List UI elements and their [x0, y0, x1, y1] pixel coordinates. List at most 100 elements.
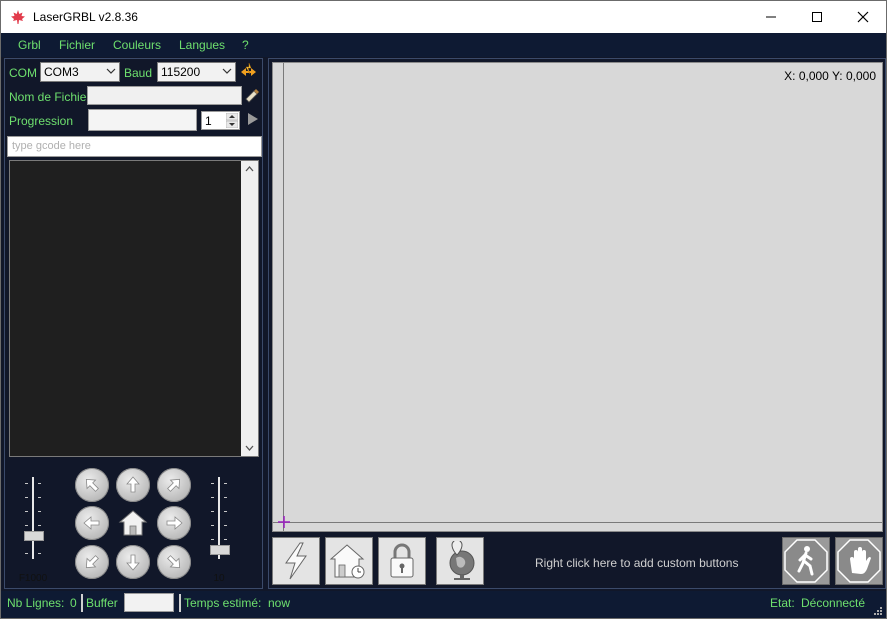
origin-cross-icon — [278, 516, 290, 528]
power-slider-thumb[interactable] — [210, 545, 230, 555]
filename-field[interactable] — [87, 86, 242, 105]
preview-panel: X: 0,000 Y: 0,000 Right click here to ad… — [268, 58, 886, 589]
slider-tick — [25, 525, 28, 526]
set-origin-button[interactable] — [436, 537, 484, 585]
gcode-input-box[interactable] — [7, 136, 262, 157]
slider-tick — [38, 525, 41, 526]
slider-tick — [38, 511, 41, 512]
console-log — [9, 160, 259, 457]
maple-leaf-icon — [11, 10, 25, 24]
play-icon[interactable] — [246, 112, 260, 126]
slider-tick — [25, 553, 28, 554]
coords-readout: X: 0,000 Y: 0,000 — [784, 69, 876, 83]
x-axis-line — [273, 522, 882, 523]
maximize-button[interactable] — [794, 1, 840, 33]
slider-tick — [211, 511, 214, 512]
filename-label: Nom de Fichier — [9, 90, 91, 104]
jog-right-button[interactable] — [157, 506, 191, 540]
scroll-down-icon[interactable] — [245, 445, 254, 452]
maximize-icon — [812, 12, 822, 22]
speed-value: F1000 — [18, 573, 48, 584]
slider-tick — [25, 483, 28, 484]
arrow-left-icon — [83, 516, 100, 530]
speed-slider-thumb[interactable] — [24, 531, 44, 541]
arrow-up-icon — [126, 476, 140, 493]
arrow-down-right-icon — [167, 555, 181, 569]
lightning-icon — [285, 542, 307, 580]
jog-up-button[interactable] — [116, 468, 150, 502]
slider-tick — [25, 511, 28, 512]
lock-icon — [390, 543, 414, 578]
status-separator — [81, 594, 83, 612]
status-separator — [179, 594, 181, 612]
speed-slider[interactable]: F1000 — [19, 477, 47, 584]
minimize-button[interactable] — [748, 1, 794, 33]
slider-tick — [38, 497, 41, 498]
gcode-input[interactable] — [12, 140, 257, 152]
resize-grip-icon[interactable] — [873, 606, 883, 616]
reset-grbl-button[interactable] — [272, 537, 320, 585]
jog-down-right-button[interactable] — [157, 545, 191, 579]
slider-tick — [224, 525, 227, 526]
open-file-icon[interactable] — [244, 87, 260, 103]
power-slider[interactable]: 10 — [207, 477, 231, 584]
progress-label: Progression — [9, 114, 74, 128]
status-bar: Nb Lignes: 0 Buffer Temps estimé: now Et… — [1, 591, 886, 618]
walking-icon — [784, 539, 828, 583]
close-button[interactable] — [840, 1, 886, 33]
menu-grbl[interactable]: Grbl — [18, 38, 41, 52]
slider-tick — [211, 539, 214, 540]
baud-select[interactable]: 115200 — [157, 62, 236, 82]
stop-hand-icon — [837, 539, 881, 583]
copies-value: 1 — [205, 114, 212, 128]
close-icon — [857, 11, 869, 23]
stepper-arrows-icon[interactable] — [226, 113, 238, 128]
slider-tick — [25, 497, 28, 498]
copies-stepper[interactable]: 1 — [201, 111, 240, 130]
window-title: LaserGRBL v2.8.36 — [33, 10, 138, 24]
soft-stop-button[interactable] — [782, 537, 830, 585]
menu-langues[interactable]: Langues — [179, 38, 225, 52]
jog-home-button[interactable] — [116, 506, 150, 540]
slider-tick — [224, 483, 227, 484]
lines-value: 0 — [70, 596, 77, 610]
minimize-icon — [766, 16, 776, 18]
com-label: COM — [9, 66, 37, 80]
state-label: Etat: — [770, 596, 795, 610]
time-value: now — [268, 596, 291, 610]
title-bar: LaserGRBL v2.8.36 — [1, 1, 886, 33]
buffer-bar — [124, 593, 174, 612]
menu-help[interactable]: ? — [242, 38, 249, 52]
arrow-down-icon — [126, 554, 140, 571]
slider-tick — [224, 497, 227, 498]
baud-value: 115200 — [161, 65, 201, 79]
power-value: 10 — [213, 573, 225, 584]
jog-left-button[interactable] — [75, 506, 109, 540]
jog-down-left-button[interactable] — [75, 545, 109, 579]
connect-icon[interactable] — [239, 62, 259, 82]
jog-down-button[interactable] — [116, 545, 150, 579]
console-scrollbar[interactable] — [241, 161, 258, 456]
arrow-up-right-icon — [167, 478, 181, 492]
com-value: COM3 — [44, 65, 79, 79]
slider-tick — [211, 525, 214, 526]
menu-couleurs[interactable]: Couleurs — [113, 38, 161, 52]
emergency-stop-button[interactable] — [835, 537, 883, 585]
preview-canvas[interactable]: X: 0,000 Y: 0,000 — [272, 62, 883, 532]
chevron-down-icon — [222, 68, 232, 74]
arrow-down-left-icon — [85, 555, 99, 569]
slider-tick — [211, 483, 214, 484]
menu-fichier[interactable]: Fichier — [59, 38, 95, 52]
scroll-up-icon[interactable] — [245, 165, 254, 172]
chevron-down-icon — [106, 68, 116, 74]
homing-button[interactable] — [325, 537, 373, 585]
jog-up-right-button[interactable] — [157, 468, 191, 502]
com-select[interactable]: COM3 — [40, 62, 120, 82]
unlock-button[interactable] — [378, 537, 426, 585]
arrow-right-icon — [166, 516, 183, 530]
app-window: LaserGRBL v2.8.36 Grbl Fichier Couleurs … — [0, 0, 887, 619]
menu-bar: Grbl Fichier Couleurs Langues ? — [1, 33, 886, 57]
custom-buttons-hint[interactable]: Right click here to add custom buttons — [535, 556, 738, 570]
home-clock-icon — [329, 544, 365, 579]
jog-up-left-button[interactable] — [75, 468, 109, 502]
